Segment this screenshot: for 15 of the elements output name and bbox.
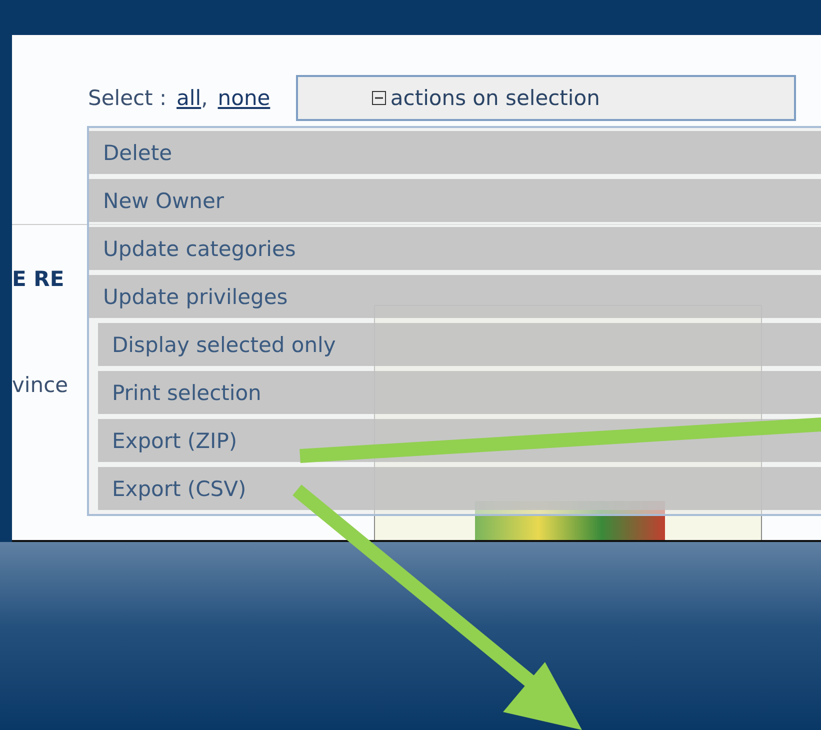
menu-item[interactable]: Delete — [89, 131, 821, 174]
comma: , — [201, 86, 208, 110]
menu-item[interactable]: Export (CSV) — [98, 467, 821, 510]
menu-item[interactable]: Update categories — [89, 227, 821, 270]
collapse-icon — [372, 91, 386, 105]
menu-item[interactable]: Display selected only — [98, 323, 821, 366]
heading-fragment: E RE — [12, 267, 64, 291]
text-fragment: vince — [12, 373, 68, 397]
menu-item[interactable]: New Owner — [89, 179, 821, 222]
menu-item[interactable]: Print selection — [98, 371, 821, 414]
menu-item[interactable]: Update privileges — [89, 275, 821, 318]
select-link[interactable]: none — [218, 86, 270, 110]
select-link[interactable]: all — [176, 86, 202, 110]
select-label: Select : — [88, 86, 167, 110]
actions-button[interactable]: actions on selection — [296, 75, 796, 121]
